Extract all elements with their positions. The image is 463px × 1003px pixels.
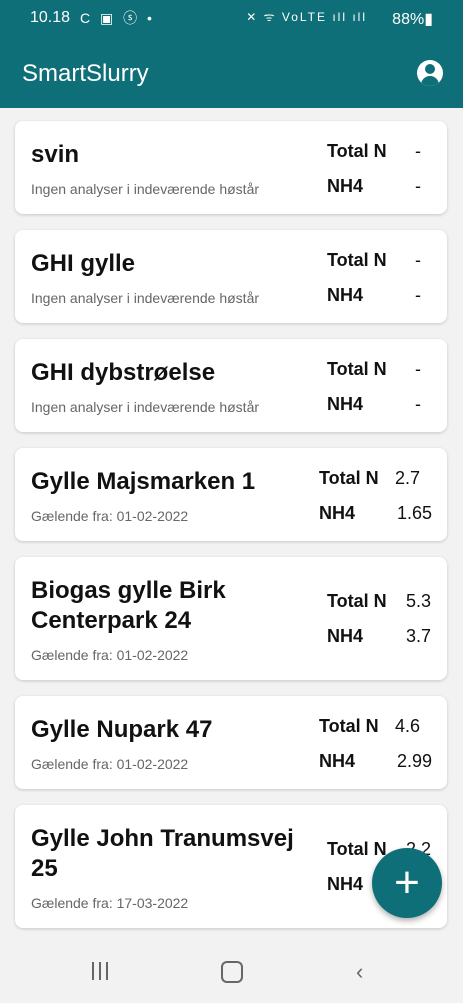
nh4-value: 1.65 [396,503,432,523]
system-nav-bar: ‹ [0,944,463,1003]
nh4-label: NH4 [327,394,364,414]
nh4-value: 3.7 [405,626,431,646]
nh4-value: - [415,285,421,305]
total-n-label: Total N [319,716,379,736]
card-title: Biogas gylle Birk Centerpark 24 [31,576,301,636]
slurry-card[interactable]: Gylle Nupark 47 Gælende fra: 01-02-2022 … [15,696,447,789]
total-n-value: 4.6 [395,716,421,736]
total-n-label: Total N [327,591,387,611]
total-n-label: Total N [327,359,387,379]
back-icon[interactable]: ‹ [356,959,363,985]
nh4-label: NH4 [327,874,364,894]
nh4-value: - [415,176,421,196]
card-title: GHI dybstrøelse [31,359,216,386]
add-button[interactable]: + [372,848,442,918]
account-body-shape [421,76,439,86]
total-n-label: Total N [327,839,387,859]
card-subtitle: Ingen analyser i indeværende høstår [31,181,260,197]
total-n-value: 5.3 [405,591,431,611]
slurry-card[interactable]: Gylle Majsmarken 1 Gælende fra: 01-02-20… [15,448,447,541]
total-n-value: - [415,250,421,270]
card-subtitle: Gælende fra: 17-03-2022 [31,895,189,911]
card-title: Gylle Nupark 47 [31,716,213,743]
slurry-card[interactable]: Biogas gylle Birk Centerpark 24 Gælende … [15,557,447,680]
card-title: GHI gylle [31,250,136,277]
nh4-label: NH4 [327,285,364,305]
card-title: Gylle John Tranumsvej 25 [31,824,301,884]
total-n-value: - [415,141,421,161]
app-bar: 10.18 C ▣ ⓢ • ✕ ᯤ VoLTE ıll ıll 88%▮ Sma… [0,0,463,108]
total-n-value: 2.7 [395,468,421,488]
card-title-line: Gylle John Tranumsvej [31,825,294,852]
card-title: svin [31,141,80,168]
slurry-card[interactable]: GHI gylle Ingen analyser i indeværende h… [15,230,447,323]
card-subtitle: Ingen analyser i indeværende høstår [31,290,260,306]
status-bar: 10.18 C ▣ ⓢ • ✕ ᯤ VoLTE ıll ıll 88%▮ [0,0,463,36]
recent-apps-icon[interactable] [92,962,110,980]
status-time: 10.18 [30,9,71,26]
card-title: Gylle Majsmarken 1 [31,468,256,495]
signal-icons: ✕ ᯤ VoLTE ıll ıll [246,10,367,24]
card-subtitle: Gælende fra: 01-02-2022 [31,756,189,772]
nh4-label: NH4 [327,176,364,196]
card-title-line: Centerpark 24 [31,607,192,634]
total-n-label: Total N [319,468,379,488]
card-subtitle: Gælende fra: 01-02-2022 [31,647,189,663]
total-n-label: Total N [327,250,387,270]
slurry-list: svin Ingen analyser i indeværende høstår… [15,121,447,944]
card-title-line: Biogas gylle Birk [31,577,226,604]
account-head-shape [425,64,435,74]
nh4-value: 2.99 [396,751,432,771]
nh4-label: NH4 [327,626,364,646]
card-subtitle: Ingen analyser i indeværende høstår [31,399,260,415]
battery-indicator: 88%▮ [392,11,433,28]
account-circle-icon[interactable] [417,60,443,86]
card-subtitle: Gælende fra: 01-02-2022 [31,508,189,524]
nh4-label: NH4 [319,503,356,523]
total-n-label: Total N [327,141,387,161]
notification-icons: C ▣ ⓢ • [80,10,155,26]
total-n-value: - [415,359,421,379]
home-icon[interactable] [221,961,243,983]
slurry-card[interactable]: svin Ingen analyser i indeværende høstår… [15,121,447,214]
nh4-value: - [415,394,421,414]
nh4-label: NH4 [319,751,356,771]
page-title: SmartSlurry [22,60,149,87]
card-title-line: 25 [31,855,58,882]
slurry-card[interactable]: GHI dybstrøelse Ingen analyser i indevær… [15,339,447,432]
